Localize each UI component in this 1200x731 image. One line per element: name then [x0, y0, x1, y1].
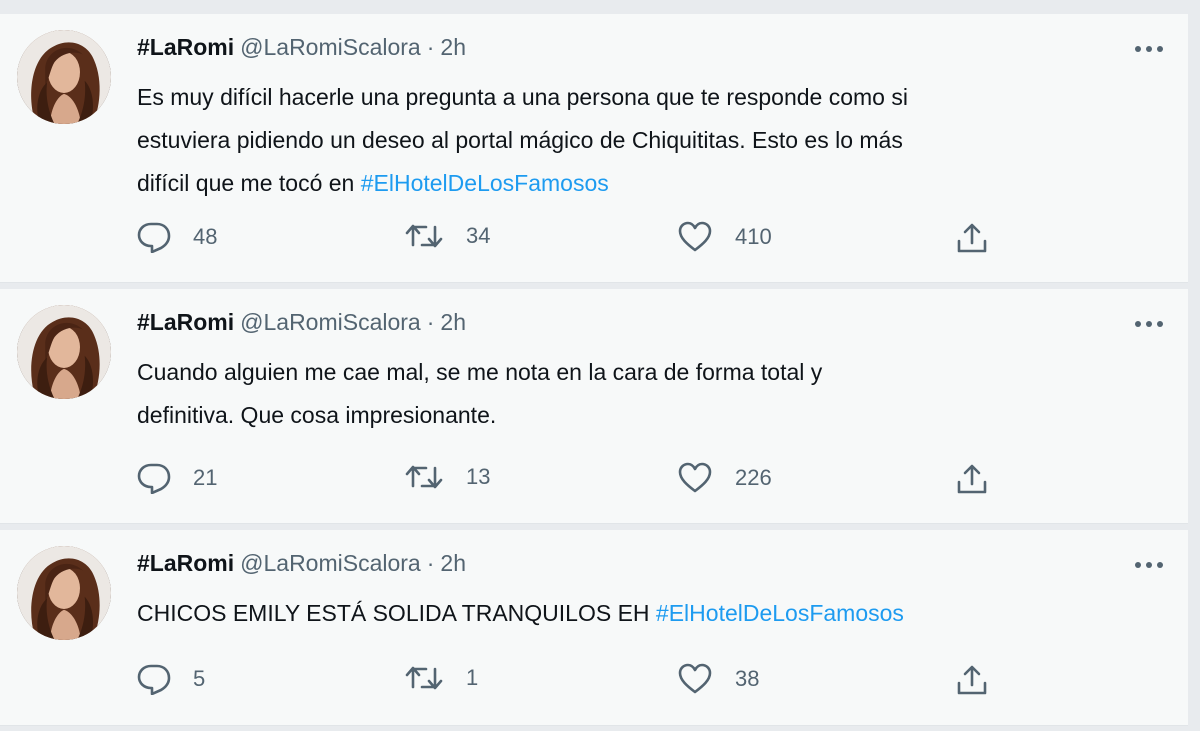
- reply-icon: [137, 222, 171, 253]
- share-icon: [957, 665, 987, 695]
- tweet-text-segment: difícil que me tocó en: [137, 170, 361, 196]
- user-handle[interactable]: @LaRomiScalora: [240, 550, 421, 576]
- avatar[interactable]: [17, 30, 111, 124]
- reply-button[interactable]: 21: [137, 462, 217, 494]
- tweet-text-line: Es muy difícil hacerle una pregunta a un…: [137, 84, 908, 110]
- retweet-count: 34: [466, 223, 491, 248]
- retweet-button[interactable]: 34: [404, 221, 490, 251]
- more-button[interactable]: [1132, 36, 1166, 62]
- more-icon: [1135, 562, 1163, 568]
- tweet-actions: 48 34 410: [137, 221, 997, 257]
- display-name[interactable]: #LaRomi: [137, 34, 234, 60]
- tweet-text: CHICOS EMILY ESTÁ SOLIDA TRANQUILOS EH #…: [137, 592, 1147, 635]
- reply-count: 48: [193, 224, 218, 249]
- reply-button[interactable]: 5: [137, 663, 205, 695]
- tweet-header: #LaRomi @LaRomiScalora · 2h: [137, 307, 466, 337]
- like-count: 226: [735, 465, 772, 490]
- heart-icon: [678, 462, 712, 493]
- like-button[interactable]: 226: [677, 462, 772, 494]
- display-name[interactable]: #LaRomi: [137, 550, 234, 576]
- retweet-icon: [405, 465, 443, 489]
- hashtag-link[interactable]: #ElHotelDeLosFamosos: [656, 600, 904, 626]
- tweet-header: #LaRomi @LaRomiScalora · 2h: [137, 548, 466, 578]
- hashtag-link[interactable]: #ElHotelDeLosFamosos: [361, 170, 609, 196]
- user-handle[interactable]: @LaRomiScalora: [240, 34, 421, 60]
- retweet-count: 13: [466, 464, 491, 489]
- share-button[interactable]: [955, 462, 989, 496]
- tweet-text: Es muy difícil hacerle una pregunta a un…: [137, 76, 1147, 205]
- tweet-actions: 21 13 226: [137, 462, 997, 498]
- like-button[interactable]: 38: [677, 663, 759, 695]
- share-button[interactable]: [955, 663, 989, 697]
- tweet[interactable]: #LaRomi @LaRomiScalora · 2h Cuando alguien …: [0, 289, 1188, 524]
- timestamp[interactable]: 2h: [440, 34, 466, 60]
- tweet-text-line: Cuando alguien me cae mal, se me nota en…: [137, 359, 823, 385]
- tweet[interactable]: #LaRomi @LaRomiScalora · 2h Es muy difícil …: [0, 14, 1188, 283]
- share-button[interactable]: [955, 221, 989, 255]
- avatar[interactable]: [17, 305, 111, 399]
- tweet-text-line: CHICOS EMILY ESTÁ SOLIDA TRANQUILOS EH #…: [137, 592, 1147, 635]
- share-icon: [957, 223, 987, 253]
- tweet-actions: 5 1 38: [137, 663, 997, 699]
- separator: ·: [426, 34, 435, 60]
- separator: ·: [426, 550, 435, 576]
- avatar[interactable]: [17, 546, 111, 640]
- reply-icon: [137, 463, 171, 494]
- tweet-text-line: difícil que me tocó en #ElHotelDeLosFamo…: [137, 162, 1147, 205]
- reply-icon: [137, 664, 171, 695]
- tweet-text-line: definitiva. Que cosa impresionante.: [137, 402, 497, 428]
- reply-button[interactable]: 48: [137, 221, 217, 253]
- more-button[interactable]: [1132, 552, 1166, 578]
- retweet-button[interactable]: 13: [404, 462, 490, 492]
- retweet-count: 1: [466, 665, 479, 690]
- more-icon: [1135, 46, 1163, 52]
- timestamp[interactable]: 2h: [440, 550, 466, 576]
- heart-icon: [678, 663, 712, 694]
- reply-count: 5: [193, 666, 206, 691]
- separator: ·: [426, 309, 435, 335]
- tweet-feed: #LaRomi @LaRomiScalora · 2h Es muy difícil …: [0, 0, 1200, 731]
- display-name[interactable]: #LaRomi: [137, 309, 234, 335]
- tweet-header: #LaRomi @LaRomiScalora · 2h: [137, 32, 466, 62]
- heart-icon: [678, 221, 712, 252]
- more-icon: [1135, 321, 1163, 327]
- like-count: 38: [735, 666, 760, 691]
- tweet-text-line: estuviera pidiendo un deseo al portal má…: [137, 127, 903, 153]
- tweet-text-segment: CHICOS EMILY ESTÁ SOLIDA TRANQUILOS EH: [137, 600, 656, 626]
- retweet-icon: [405, 224, 443, 248]
- timestamp[interactable]: 2h: [440, 309, 466, 335]
- retweet-button[interactable]: 1: [404, 663, 478, 693]
- share-icon: [957, 464, 987, 494]
- tweet-text: Cuando alguien me cae mal, se me nota en…: [137, 351, 1147, 437]
- reply-count: 21: [193, 465, 218, 490]
- like-count: 410: [735, 224, 772, 249]
- more-button[interactable]: [1132, 311, 1166, 337]
- user-handle[interactable]: @LaRomiScalora: [240, 309, 421, 335]
- like-button[interactable]: 410: [677, 221, 772, 253]
- retweet-icon: [405, 666, 443, 690]
- tweet[interactable]: #LaRomi @LaRomiScalora · 2h CHICOS EMILY ES…: [0, 530, 1188, 726]
